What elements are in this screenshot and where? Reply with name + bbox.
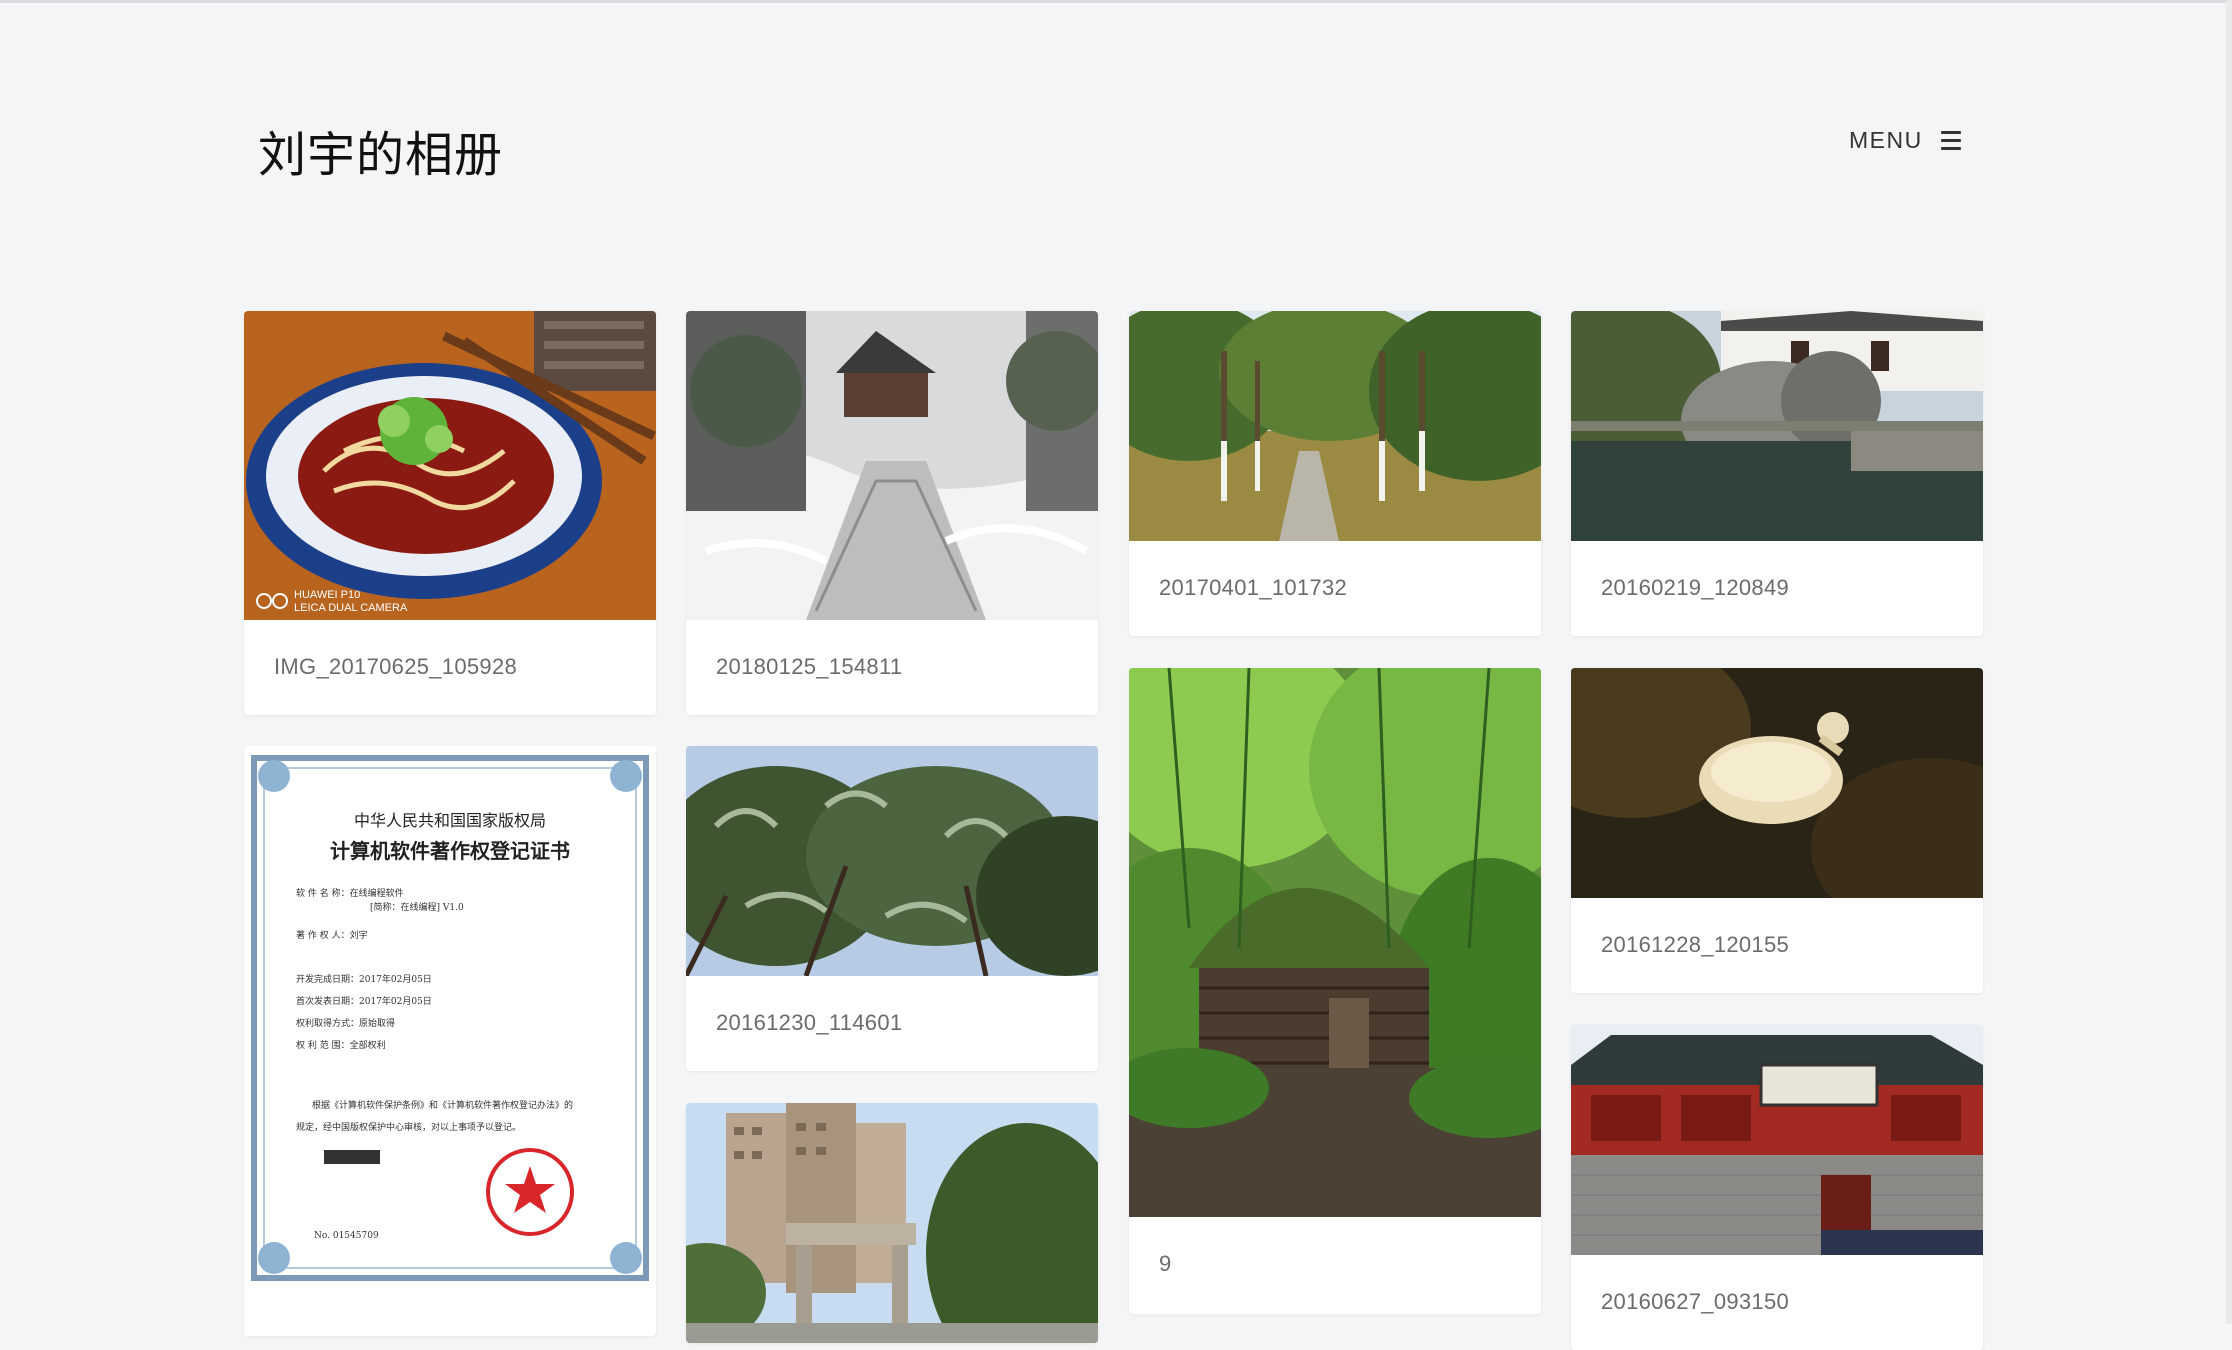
photo-card[interactable]: HUAWEI P10 LEICA DUAL CAMERA IMG_2017062…	[244, 311, 656, 715]
photo-thumbnail[interactable]	[686, 311, 1098, 620]
page-title: 刘宇的相册	[258, 127, 504, 183]
certificate-header: 中华人民共和国国家版权局	[354, 811, 546, 830]
certificate-line: 著 作 权 人：刘宇	[296, 929, 368, 941]
photo-thumbnail[interactable]	[686, 746, 1098, 976]
certificate-line: 规定，经中国版权保护中心审核，对以上事项予以登记。	[296, 1121, 521, 1133]
photo-thumbnail[interactable]	[1571, 311, 1983, 541]
certificate-line: 权 利 范 围：全部权利	[296, 1039, 386, 1051]
photo-thumbnail[interactable]	[1129, 311, 1541, 541]
photo-card[interactable]: 20170401_101732	[1129, 311, 1541, 636]
certificate-line: 开发完成日期：2017年02月05日	[296, 973, 432, 985]
menu-button[interactable]: MENU	[1849, 120, 1961, 160]
photo-card[interactable]: 20160627_093150	[1571, 1025, 1983, 1350]
menu-label: MENU	[1849, 126, 1923, 153]
photo-card[interactable]: 中华人民共和国国家版权局 计算机软件著作权登记证书 软 件 名 称：在线编程软件…	[244, 746, 656, 1336]
camera-brand-text: HUAWEI P10	[294, 589, 360, 601]
photo-thumbnail[interactable]	[686, 1103, 1098, 1343]
camera-model-text: LEICA DUAL CAMERA	[294, 602, 408, 614]
photo-caption: 20161228_120155	[1601, 932, 1790, 957]
photo-thumbnail[interactable]	[1571, 668, 1983, 898]
certificate-line: [简称：在线编程] V1.0	[370, 901, 464, 913]
photo-caption: 20160219_120849	[1601, 575, 1790, 600]
photo-thumbnail[interactable]	[1571, 1025, 1983, 1255]
photo-caption: 20160627_093150	[1601, 1289, 1790, 1314]
certificate-number: No. 01545709	[314, 1231, 379, 1241]
certificate-line: 权利取得方式：原始取得	[296, 1017, 395, 1029]
photo-caption: IMG_20170625_105928	[274, 654, 518, 679]
photo-card[interactable]	[686, 1103, 1098, 1343]
photo-card[interactable]: 20180125_154811	[686, 311, 1098, 715]
scrollbar[interactable]	[2226, 0, 2232, 1324]
certificate-line: 首次发表日期：2017年02月05日	[296, 995, 432, 1007]
photo-card[interactable]: 20161230_114601	[686, 746, 1098, 1071]
photo-caption: 20180125_154811	[716, 654, 903, 679]
certificate-line: 软 件 名 称：在线编程软件	[296, 887, 404, 899]
hamburger-icon	[1940, 130, 1961, 150]
top-border	[0, 0, 2232, 3]
photo-caption: 20161230_114601	[716, 1010, 903, 1035]
photo-card[interactable]: 20160219_120849	[1571, 311, 1983, 636]
certificate-title: 计算机软件著作权登记证书	[330, 839, 570, 863]
photo-card[interactable]: 9	[1129, 668, 1541, 1314]
photo-caption: 9	[1159, 1251, 1172, 1276]
photo-thumbnail[interactable]: HUAWEI P10 LEICA DUAL CAMERA	[244, 311, 656, 620]
photo-thumbnail[interactable]: 中华人民共和国国家版权局 计算机软件著作权登记证书 软 件 名 称：在线编程软件…	[244, 746, 656, 1306]
photo-card[interactable]: 20161228_120155	[1571, 668, 1983, 993]
certificate-line: 根据《计算机软件保护条例》和《计算机软件著作权登记办法》的	[312, 1099, 573, 1111]
photo-thumbnail[interactable]	[1129, 668, 1541, 1217]
photo-caption: 20170401_101732	[1159, 575, 1348, 600]
